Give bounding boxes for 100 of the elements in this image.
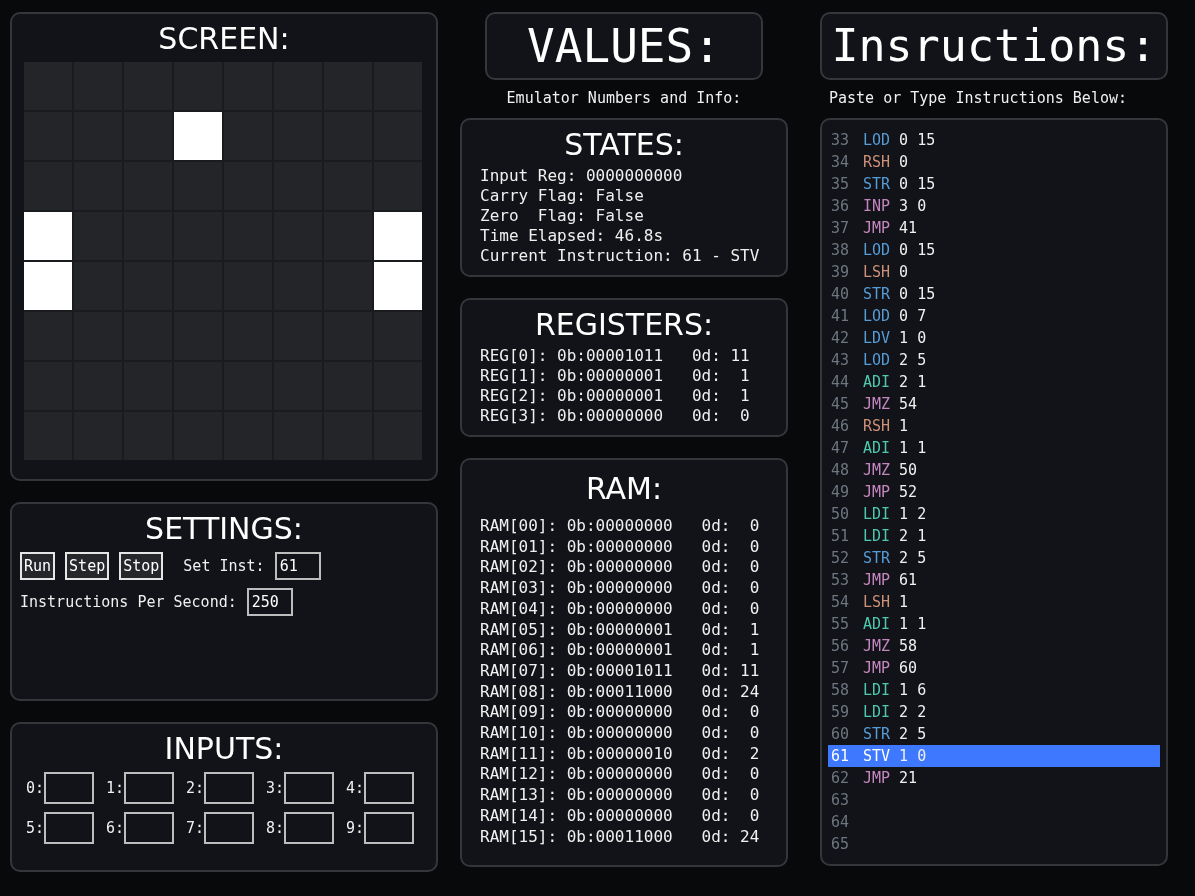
code-line[interactable]: 39 LSH 0: [828, 261, 1160, 283]
opcode: LSH: [863, 262, 891, 283]
input-field[interactable]: [284, 772, 335, 804]
code-line[interactable]: 65: [828, 833, 1160, 855]
opcode: LDV: [863, 328, 891, 349]
line-number: 46: [831, 416, 851, 437]
code-line[interactable]: 52 STR 2 5: [828, 547, 1160, 569]
code-line[interactable]: 46 RSH 1: [828, 415, 1160, 437]
code-line[interactable]: 48 JMZ 50: [828, 459, 1160, 481]
code-line[interactable]: 38 LOD 0 15: [828, 239, 1160, 261]
control-button[interactable]: Stop: [119, 552, 164, 580]
code-line[interactable]: 40 STR 0 15: [828, 283, 1160, 305]
input-field[interactable]: [364, 772, 415, 804]
code-line[interactable]: 33 LOD 0 15: [828, 129, 1160, 151]
operands: 1: [899, 416, 909, 437]
opcode: LDI: [863, 680, 891, 701]
ram-line: RAM[06]: 0b:00000001 0d: 1: [480, 640, 761, 661]
panel-title: STATES:: [563, 126, 685, 164]
code-line[interactable]: 42 LDV 1 0: [828, 327, 1160, 349]
opcode: LDI: [863, 526, 891, 547]
input-field[interactable]: [124, 772, 175, 804]
operands: 1 6: [899, 680, 927, 701]
code-line[interactable]: 49 JMP 52: [828, 481, 1160, 503]
line-number: 37: [831, 218, 851, 239]
control-button[interactable]: Run: [20, 552, 56, 580]
code-line[interactable]: 44 ADI 2 1: [828, 371, 1160, 393]
panel-title: SCREEN:: [157, 20, 291, 58]
line-number: 50: [831, 504, 851, 525]
control-button[interactable]: Step: [65, 552, 110, 580]
code-line[interactable]: 57 JMP 60: [828, 657, 1160, 679]
set-inst-label: Set Inst:: [183, 557, 265, 575]
line-number: 55: [831, 614, 851, 635]
code-line[interactable]: 58 LDI 1 6: [828, 679, 1160, 701]
ram-line: RAM[08]: 0b:00011000 0d: 24: [480, 681, 761, 703]
opcode: STR: [863, 284, 891, 305]
ram-line: RAM[03]: 0b:00000000 0d: 0: [480, 578, 761, 599]
code-line[interactable]: 59 LDI 2 2: [828, 701, 1160, 723]
code-line[interactable]: 54 LSH 1: [828, 591, 1160, 613]
line-number: 33: [831, 130, 851, 151]
set-inst-field[interactable]: 61: [274, 552, 321, 580]
operands: 2 5: [899, 724, 927, 745]
ram-line: RAM[13]: 0b:00000000 0d: 0: [480, 785, 761, 806]
line-number: 40: [831, 284, 851, 305]
code-line[interactable]: 50 LDI 1 2: [828, 503, 1160, 525]
code-line[interactable]: 60 STR 2 5: [828, 723, 1160, 745]
input-field[interactable]: [204, 772, 255, 804]
code-line[interactable]: 56 JMZ 58: [828, 635, 1160, 657]
code-editor[interactable]: [820, 118, 1168, 866]
operands: 50: [899, 460, 918, 481]
speed-field[interactable]: 250: [246, 588, 293, 616]
opcode: LOD: [863, 350, 891, 371]
input-field[interactable]: [284, 812, 335, 844]
operands: 52: [899, 482, 918, 503]
line-number: 61: [831, 746, 851, 767]
opcode: LOD: [863, 306, 891, 327]
speed-label: Instructions Per Second:: [20, 593, 237, 611]
code-line[interactable]: 43 LOD 2 5: [828, 349, 1160, 371]
code-line[interactable]: 41 LOD 0 7: [828, 305, 1160, 327]
input-field[interactable]: [44, 812, 95, 844]
code-line[interactable]: 36 INP 3 0: [828, 195, 1160, 217]
opcode: STR: [863, 724, 891, 745]
code-line[interactable]: 37 JMP 41: [828, 217, 1160, 239]
input-field[interactable]: [124, 812, 175, 844]
code-line[interactable]: 35 STR 0 15: [828, 173, 1160, 195]
code-line[interactable]: 34 RSH 0: [828, 151, 1160, 173]
code-line[interactable]: 47 ADI 1 1: [828, 437, 1160, 459]
instructions-subtitle: Paste or Type Instructions Below:: [829, 89, 1128, 107]
ram-line: RAM[01]: 0b:00000000 0d: 0: [480, 536, 761, 558]
code-line[interactable]: 51 LDI 2 1: [828, 525, 1160, 547]
input-field[interactable]: [204, 812, 255, 844]
line-number: 52: [831, 548, 851, 569]
opcode: JMP: [863, 658, 891, 679]
operands: 0 7: [899, 306, 927, 327]
line-number: 41: [831, 306, 851, 327]
input-label: 1:: [106, 779, 125, 797]
line-number: 57: [831, 658, 851, 679]
input-label: 7:: [186, 819, 205, 837]
operands: 0 15: [899, 284, 936, 305]
state-line: Current Instruction: 61 - STV: [480, 246, 761, 266]
code-line[interactable]: 53 JMP 61: [828, 569, 1160, 591]
ram-line: RAM[02]: 0b:00000000 0d: 0: [480, 557, 761, 579]
line-number: 39: [831, 262, 851, 283]
line-number: 49: [831, 482, 851, 503]
line-number: 47: [831, 438, 851, 459]
state-line: Input Reg: 0000000000: [480, 166, 684, 186]
input-label: 8:: [266, 819, 285, 837]
state-line: Time Elapsed: 46.8s: [480, 226, 665, 246]
opcode: LDI: [863, 504, 891, 525]
opcode: RSH: [863, 416, 891, 437]
line-number: 64: [831, 812, 851, 833]
code-line[interactable]: 64: [828, 811, 1160, 833]
opcode: JMP: [863, 482, 891, 503]
input-field[interactable]: [364, 812, 415, 844]
code-line[interactable]: 62 JMP 21: [828, 767, 1160, 789]
operands: 54: [899, 394, 918, 415]
code-line[interactable]: 55 ADI 1 1: [828, 613, 1160, 635]
input-field[interactable]: [44, 772, 95, 804]
code-line[interactable]: 63: [828, 789, 1160, 811]
code-line[interactable]: 45 JMZ 54: [828, 393, 1160, 415]
operands: 2 2: [899, 702, 927, 723]
